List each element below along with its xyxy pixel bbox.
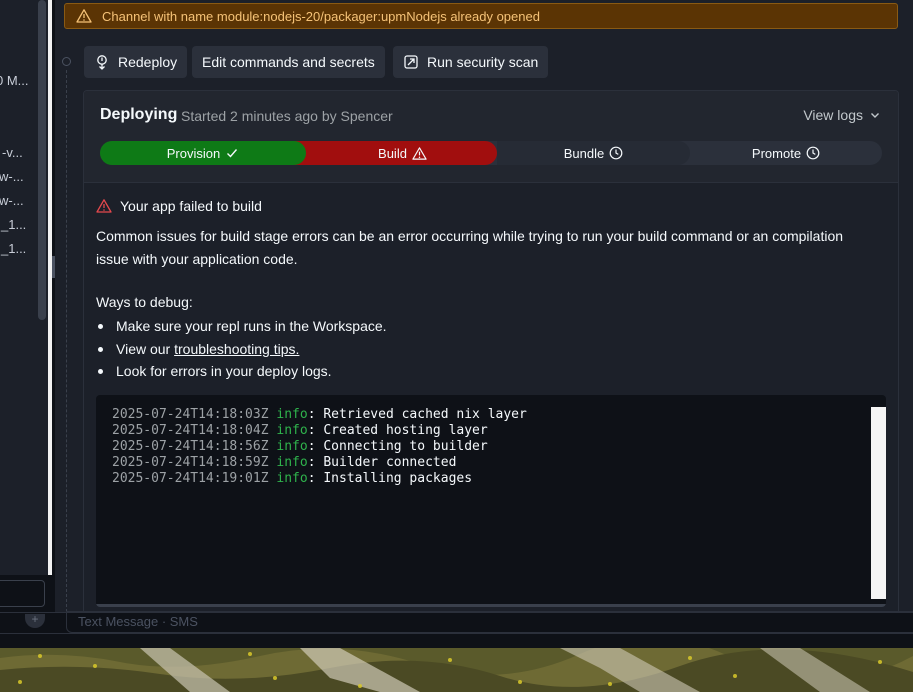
- panel-divider: [48, 0, 52, 575]
- edit-commands-button[interactable]: Edit commands and secrets: [192, 46, 385, 78]
- edit-commands-label: Edit commands and secrets: [202, 54, 375, 70]
- stage-label: Build: [378, 145, 407, 161]
- stage-build[interactable]: Build: [292, 141, 497, 165]
- stage-promote[interactable]: Promote: [690, 141, 882, 165]
- log-line: 2025-07-24T14:18:03Z info: Retrieved cac…: [112, 407, 527, 423]
- deploy-log-viewer[interactable]: 2025-07-24T14:18:03Z info: Retrieved cac…: [96, 395, 886, 607]
- view-logs-dropdown[interactable]: View logs: [803, 107, 881, 123]
- timeline-dot: [62, 57, 71, 66]
- deployment-stages: Provision Build Bundle Promote: [100, 141, 882, 165]
- redeploy-label: Redeploy: [118, 54, 178, 70]
- chevron-down-icon: [871, 113, 879, 118]
- stage-provision[interactable]: Provision: [100, 141, 306, 165]
- troubleshooting-link[interactable]: troubleshooting tips.: [174, 341, 299, 357]
- add-attachment-button[interactable]: +: [25, 613, 45, 628]
- log-line: 2025-07-24T14:18:59Z info: Builder conne…: [112, 455, 527, 471]
- run-security-scan-button[interactable]: Run security scan: [393, 46, 549, 78]
- clock-icon: [806, 146, 820, 160]
- message-bar: + Text Message · SMS: [0, 611, 913, 648]
- stage-bundle[interactable]: Bundle: [497, 141, 690, 165]
- log-timestamp: 2025-07-24T14:18:56Z: [112, 439, 277, 454]
- message-placeholder: Text Message · SMS: [78, 614, 198, 629]
- redeploy-icon: [97, 55, 107, 70]
- sidebar-item-fragment[interactable]: _1...: [1, 217, 26, 232]
- deployment-subtitle: Started 2 minutes ago by Spencer: [181, 108, 393, 124]
- run-security-scan-label: Run security scan: [427, 54, 539, 70]
- warning-triangle-icon: [76, 9, 92, 23]
- log-level: info: [276, 423, 308, 438]
- sidebar-item-fragment[interactable]: w-...: [0, 193, 24, 208]
- redeploy-button[interactable]: Redeploy: [84, 46, 188, 78]
- sidebar-item-fragment[interactable]: -v...: [2, 145, 23, 160]
- log-message: : Builder connected: [307, 455, 457, 470]
- log-message: : Retrieved cached nix layer: [307, 407, 527, 422]
- debug-heading: Ways to debug:: [96, 294, 193, 310]
- error-heading: Your app failed to build: [96, 198, 262, 214]
- stage-label: Bundle: [563, 145, 605, 161]
- desktop-wallpaper: [0, 648, 913, 692]
- clock-icon: [609, 146, 623, 160]
- checkmark-icon: [227, 149, 238, 158]
- sidebar-input[interactable]: [0, 580, 45, 607]
- log-timestamp: 2025-07-24T14:18:03Z: [112, 407, 277, 422]
- log-level: info: [276, 471, 308, 486]
- debug-list: Make sure your repl runs in the Workspac…: [96, 315, 387, 383]
- list-item: View our troubleshooting tips.: [96, 338, 387, 361]
- log-level: info: [276, 455, 308, 470]
- log-line: 2025-07-24T14:18:56Z info: Connecting to…: [112, 439, 527, 455]
- sidebar-scrollbar[interactable]: [38, 0, 48, 575]
- sidebar-item-fragment[interactable]: w-...: [0, 169, 24, 184]
- log-level: info: [276, 407, 308, 422]
- deployment-card: Deploying Started 2 minutes ago by Spenc…: [83, 90, 899, 612]
- wallpaper-image: [0, 648, 913, 692]
- error-title: Your app failed to build: [120, 198, 262, 214]
- file-tree-sidebar: 0 M... -v... w-... w-... _1... _1...: [0, 0, 38, 575]
- warning-triangle-icon: [412, 146, 427, 160]
- view-logs-label: View logs: [803, 107, 863, 123]
- scrollbar-thumb[interactable]: [38, 0, 46, 320]
- log-timestamp: 2025-07-24T14:19:01Z: [112, 471, 277, 486]
- sidebar-item-fragment[interactable]: 0 M...: [0, 73, 29, 88]
- log-lines: 2025-07-24T14:18:03Z info: Retrieved cac…: [112, 407, 527, 487]
- error-description: Common issues for build stage errors can…: [96, 228, 844, 267]
- stage-label: Promote: [751, 145, 802, 161]
- timeline-line: [66, 70, 67, 612]
- deployments-panel: Channel with name module:nodejs-20/packa…: [55, 0, 913, 612]
- list-item: Look for errors in your deploy logs.: [96, 360, 387, 383]
- sidebar-item-fragment[interactable]: _1...: [1, 241, 26, 256]
- stage-label: Provision: [166, 145, 221, 161]
- security-scan-icon: [404, 55, 418, 69]
- log-line: 2025-07-24T14:19:01Z info: Installing pa…: [112, 471, 527, 487]
- warning-banner: Channel with name module:nodejs-20/packa…: [64, 3, 898, 29]
- deployment-header: Deploying Started 2 minutes ago by Spenc…: [84, 91, 898, 183]
- log-message: : Created hosting layer: [307, 423, 488, 438]
- log-level: info: [276, 439, 308, 454]
- list-item: Make sure your repl runs in the Workspac…: [96, 315, 387, 338]
- deployment-status-title: Deploying: [100, 106, 178, 123]
- log-message: : Connecting to builder: [307, 439, 488, 454]
- log-timestamp: 2025-07-24T14:18:59Z: [112, 455, 277, 470]
- error-triangle-icon: [96, 199, 112, 213]
- log-timestamp: 2025-07-24T14:18:04Z: [112, 423, 277, 438]
- log-line: 2025-07-24T14:18:04Z info: Created hosti…: [112, 423, 527, 439]
- log-message: : Installing packages: [307, 471, 473, 486]
- log-scrollbar[interactable]: [871, 407, 886, 599]
- warning-text: Channel with name module:nodejs-20/packa…: [102, 8, 540, 24]
